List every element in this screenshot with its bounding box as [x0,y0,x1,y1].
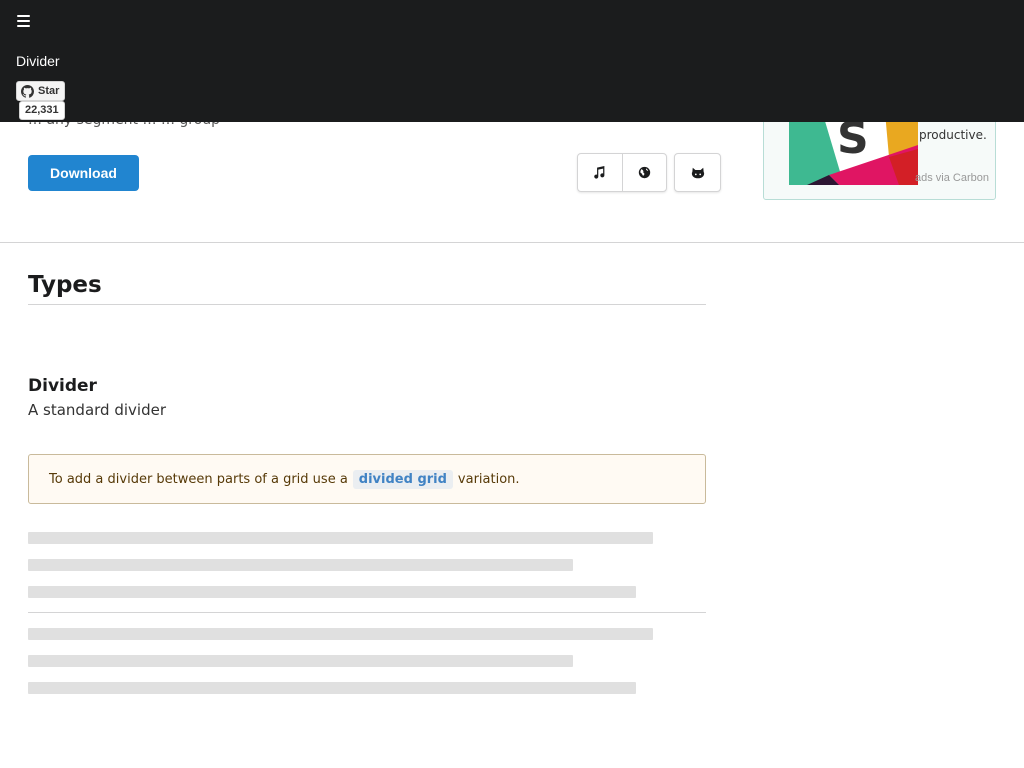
globe-icon [638,166,650,179]
hamburger-menu-icon[interactable] [17,15,30,27]
placeholder-line [28,532,653,544]
github-star-button[interactable]: Star [16,81,66,101]
section-rule [28,304,706,305]
note-text-after: variation. [457,471,520,487]
top-bar: Divider Star 22,331 [0,0,1024,122]
github-icon [691,167,704,178]
music-icon [594,166,605,179]
placeholder-line [28,682,636,694]
download-button[interactable]: Download [28,155,139,191]
example-title: Divider [28,376,97,396]
share-button-group [577,153,667,192]
github-star-label: Star [38,85,60,97]
music-button[interactable] [578,154,622,191]
example-divider [28,612,706,613]
placeholder-line [28,586,636,598]
ad-text[interactable]: productive. [919,128,987,142]
ad-via-carbon[interactable]: ads via Carbon [915,172,989,184]
globe-button[interactable] [621,154,667,191]
info-note: To add a divider between parts of a grid… [28,454,706,504]
placeholder-line [28,655,573,667]
placeholder-line [28,559,573,571]
github-star-count[interactable]: 22,331 [19,101,65,120]
note-text-before: To add a divider between parts of a grid… [49,471,348,487]
placeholder-line [28,628,653,640]
section-title: Types [28,272,102,298]
github-button[interactable] [674,153,721,192]
header-divider [0,242,1024,243]
github-icon [21,84,34,98]
note-code: divided grid [352,469,453,489]
page-name: Divider [16,53,60,69]
example-description: A standard divider [28,401,166,419]
